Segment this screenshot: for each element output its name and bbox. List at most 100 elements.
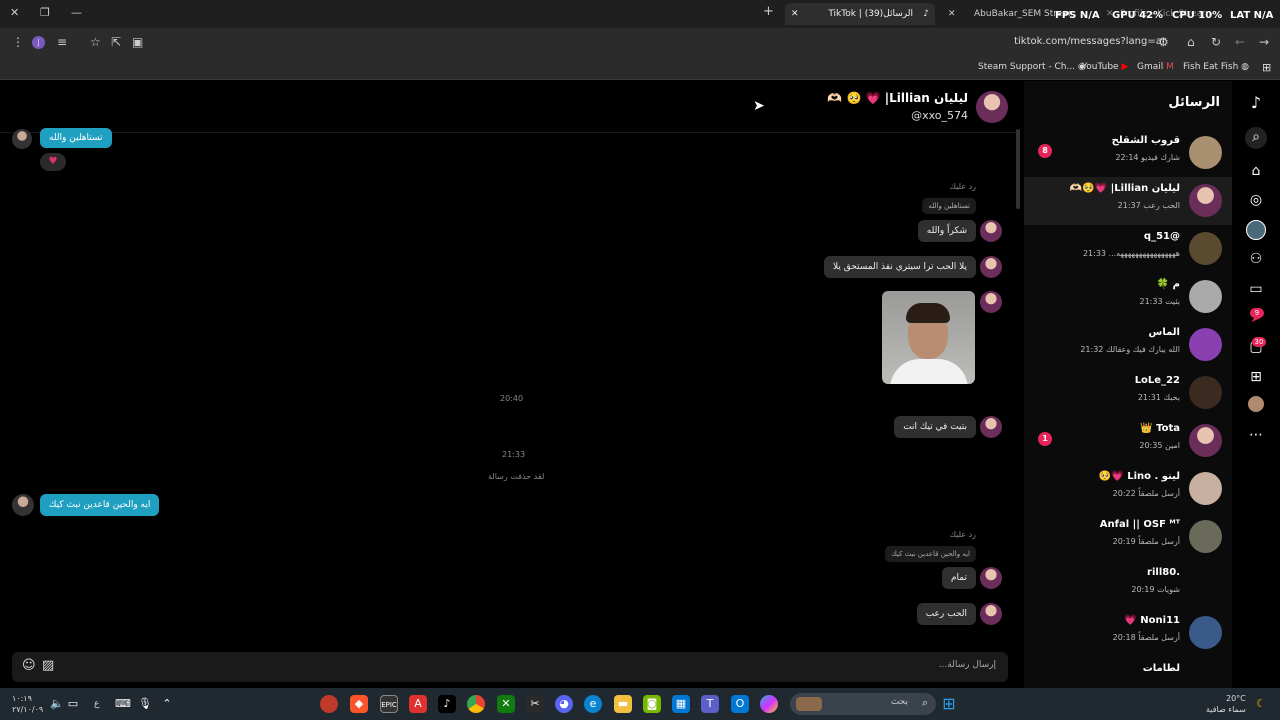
contact-avatar[interactable] bbox=[980, 416, 1002, 438]
minimize-window-icon[interactable]: — bbox=[71, 6, 82, 19]
app-icon-record[interactable] bbox=[320, 695, 338, 713]
share-icon[interactable]: ⇱ bbox=[111, 35, 121, 49]
epic-games-icon[interactable]: EPIC bbox=[380, 695, 398, 713]
copilot-icon[interactable] bbox=[760, 695, 778, 713]
tab-close-icon[interactable]: ✕ bbox=[791, 3, 799, 25]
message-bubble-in[interactable]: شكراً والله bbox=[917, 220, 976, 242]
upload-icon[interactable]: ⊞ bbox=[1246, 367, 1266, 387]
home-icon[interactable]: ⌂ bbox=[1246, 161, 1266, 181]
message-bubble-in[interactable]: يلا الحب ترا سيتري نفذ المستحق يلا bbox=[823, 256, 976, 278]
tiktok-taskbar-icon[interactable]: ♪ bbox=[438, 695, 456, 713]
message-bubble-out[interactable]: تستاهلين والله bbox=[40, 128, 112, 148]
message-bubble-in[interactable]: تمام bbox=[941, 567, 976, 589]
contact-avatar[interactable] bbox=[980, 256, 1002, 278]
conversation-item[interactable]: Noni11 💗 أرسل ملصقاً 20:18 bbox=[1024, 609, 1232, 657]
discord-icon[interactable]: ◕ bbox=[555, 695, 573, 713]
adobe-icon[interactable]: A bbox=[409, 695, 427, 713]
chat-contact-name[interactable]: ليليان Lillian| 💗 🥺 🫶🏻 bbox=[827, 91, 968, 105]
nvidia-icon[interactable]: ◙ bbox=[643, 695, 661, 713]
forward-icon[interactable]: ← bbox=[1235, 35, 1245, 49]
conversation-item[interactable]: @q_51 ههههههههههههههههه... 21:33 bbox=[1024, 225, 1232, 273]
bookmark-youtube[interactable]: YouTube ▶ bbox=[1082, 62, 1128, 72]
emoji-icon[interactable]: ☺ bbox=[22, 658, 36, 673]
conversation-item[interactable]: لطامات bbox=[1024, 657, 1232, 688]
language-indicator[interactable]: ع bbox=[94, 699, 99, 709]
tiktok-logo-icon[interactable]: ♪ bbox=[1246, 93, 1266, 113]
conversation-item[interactable]: LoLe_22 بحبك 21:31 bbox=[1024, 369, 1232, 417]
contact-avatar[interactable] bbox=[980, 220, 1002, 242]
more-options-icon[interactable]: ⋯ bbox=[1246, 425, 1266, 445]
profile-avatar-icon[interactable]: J bbox=[32, 36, 45, 49]
conversation-item[interactable]: Tota 👑 امين 20:35 1 bbox=[1024, 417, 1232, 465]
keyboard-icon[interactable]: ⌨ bbox=[114, 695, 132, 713]
url-text[interactable]: tiktok.com/messages?lang=ar bbox=[1014, 36, 1166, 47]
tab-kick-stream[interactable]: ✕ AbuBakar_SEM Stream ... bbox=[942, 3, 1072, 25]
search-icon[interactable]: ⌕ bbox=[1245, 127, 1267, 149]
conversation-item[interactable]: م 🍀 بثيت 21:33 bbox=[1024, 273, 1232, 321]
message-input[interactable]: إرسال رسالة... bbox=[939, 660, 996, 670]
heart-reaction-icon[interactable]: ♥ bbox=[40, 153, 66, 171]
new-tab-icon[interactable]: + bbox=[763, 4, 774, 19]
weather-temp[interactable]: 20°C bbox=[1226, 694, 1246, 703]
live-icon[interactable]: ▭ bbox=[1246, 279, 1266, 299]
message-composer[interactable]: ☺ ▨ إرسال رسالة... bbox=[12, 652, 1008, 682]
menu-dots-icon[interactable]: ⋮ bbox=[12, 35, 24, 49]
microphone-icon[interactable]: 🎙 bbox=[136, 695, 154, 713]
restore-window-icon[interactable]: ❐ bbox=[40, 6, 50, 19]
site-settings-icon[interactable]: ⚙ bbox=[1158, 35, 1169, 49]
chrome-icon[interactable] bbox=[467, 695, 485, 713]
windows-start-icon[interactable]: ⊞ bbox=[940, 695, 958, 713]
file-explorer-icon[interactable]: ▬ bbox=[614, 695, 632, 713]
live-avatar-icon[interactable] bbox=[1246, 220, 1266, 240]
following-icon[interactable]: ⚇ bbox=[1246, 249, 1266, 269]
taskbar-search[interactable]: بحث ⌕ bbox=[790, 693, 936, 715]
apps-grid-icon[interactable]: ⊞ bbox=[1262, 61, 1271, 74]
edge-icon[interactable]: e bbox=[584, 695, 602, 713]
chat-scrollbar[interactable] bbox=[1016, 129, 1020, 209]
message-bubble-in[interactable]: الحب رعب bbox=[916, 603, 976, 625]
weather-moon-icon[interactable]: ☾ bbox=[1252, 695, 1270, 713]
bookmark-steam[interactable]: Steam Support - Ch... ◉ bbox=[978, 62, 1086, 72]
bookmark-fish[interactable]: Fish Eat Fish ◍ bbox=[1183, 62, 1249, 72]
tab-tiktok[interactable]: ✕ TikTok | الرسائل(39) ♪ bbox=[785, 3, 935, 25]
conversation-item[interactable]: ليليان Lillian| 💗🥺🫶🏻 الحب رعب 21:37 bbox=[1024, 177, 1232, 225]
conversation-avatar bbox=[1189, 424, 1222, 457]
outlook-icon[interactable]: O bbox=[731, 695, 749, 713]
network-icon[interactable]: ▭ bbox=[64, 695, 82, 713]
clock-date[interactable]: ٢٧/١٠/٠٩ bbox=[12, 705, 43, 714]
teams-icon[interactable]: T bbox=[701, 695, 719, 713]
star-bookmark-icon[interactable]: ☆ bbox=[90, 35, 101, 49]
chat-avatar[interactable] bbox=[976, 91, 1008, 123]
chevron-up-icon[interactable]: ⌃ bbox=[158, 695, 176, 713]
brave-icon[interactable]: ◆ bbox=[350, 695, 368, 713]
store-icon[interactable]: ▦ bbox=[672, 695, 690, 713]
message-bubble-out[interactable]: ايه والحين قاعدين نبث كيك bbox=[40, 494, 160, 516]
conversation-item[interactable]: لينو . Lino 💗🥺 أرسل ملصقاً 20:22 bbox=[1024, 465, 1232, 513]
clock-time[interactable]: ١٠:١٩ bbox=[12, 694, 32, 703]
weather-desc[interactable]: سماء صافية bbox=[1206, 705, 1246, 714]
playlist-icon[interactable]: ≡ bbox=[57, 35, 67, 49]
tab-close-icon[interactable]: ✕ bbox=[948, 3, 956, 25]
conversation-item[interactable]: .rill80 شويات 20:19 bbox=[1024, 561, 1232, 609]
back-icon[interactable]: → bbox=[1259, 35, 1269, 49]
my-avatar bbox=[12, 494, 34, 516]
reload-icon[interactable]: ↻ bbox=[1211, 35, 1221, 49]
explore-icon[interactable]: ◎ bbox=[1246, 190, 1266, 210]
screenshot-icon[interactable]: ▣ bbox=[132, 35, 143, 49]
conversation-item[interactable]: Anfal || OSF ᴹᵀ أرسل ملصقاً 20:19 bbox=[1024, 513, 1232, 561]
image-upload-icon[interactable]: ▨ bbox=[42, 658, 54, 673]
conversation-item[interactable]: قروب الشقلح شارك فيديو 22:14 8 bbox=[1024, 129, 1232, 177]
profile-avatar-icon[interactable] bbox=[1248, 396, 1264, 412]
contact-avatar[interactable] bbox=[980, 567, 1002, 589]
message-photo[interactable] bbox=[882, 291, 975, 384]
capcut-icon[interactable]: ✂ bbox=[526, 695, 544, 713]
conversation-item[interactable]: الماس الله يبارك فيك وعقالك 21:32 bbox=[1024, 321, 1232, 369]
address-bar: ⋮ J ≡ ☆ ⇱ ▣ tiktok.com/messages?lang=ar … bbox=[0, 28, 1280, 56]
xbox-icon[interactable]: ✕ bbox=[497, 695, 515, 713]
message-bubble-in[interactable]: بتيت في تيك انت bbox=[894, 416, 976, 438]
contact-avatar[interactable] bbox=[980, 291, 1002, 313]
bookmark-gmail[interactable]: Gmail M bbox=[1137, 62, 1174, 72]
contact-avatar[interactable] bbox=[980, 603, 1002, 625]
home-icon[interactable]: ⌂ bbox=[1187, 35, 1195, 49]
close-window-icon[interactable]: ✕ bbox=[10, 6, 19, 19]
